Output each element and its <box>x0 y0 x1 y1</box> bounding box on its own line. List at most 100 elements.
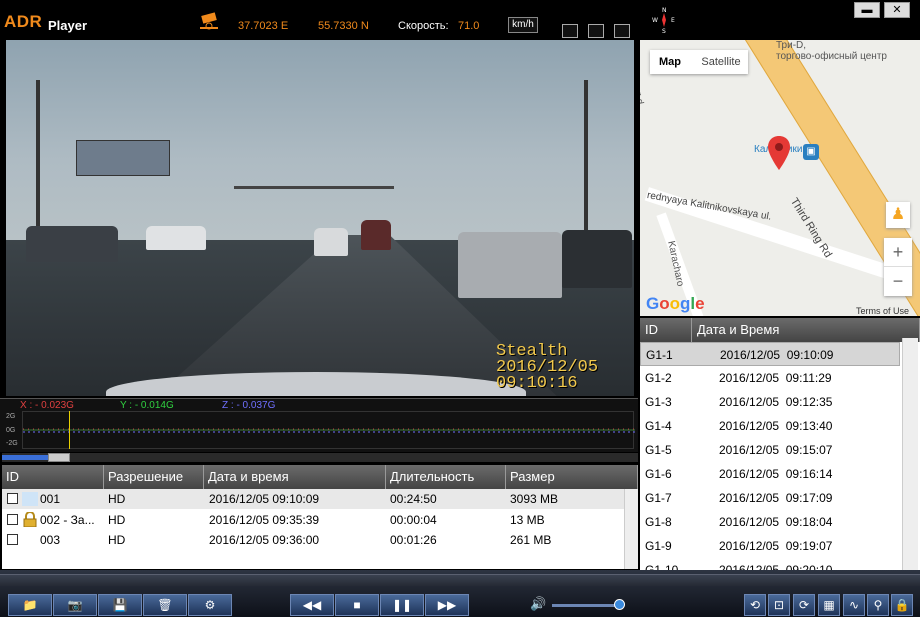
street-lamp <box>36 80 40 250</box>
snapshot-button[interactable]: 📷 <box>53 594 97 616</box>
open-folder-button[interactable]: 📁 <box>8 594 52 616</box>
video-size-icon[interactable]: ⊡ <box>768 594 790 616</box>
g-sensor-x: X : - 0.023G <box>20 400 74 411</box>
seek-bar[interactable] <box>0 574 920 586</box>
latitude-value: 55.7330 N <box>318 20 369 32</box>
cell-dur: 00:01:26 <box>390 533 437 547</box>
g-sensor-plot <box>22 411 635 449</box>
map-terms-link[interactable]: Terms of Use <box>856 306 909 316</box>
gps-row[interactable]: G1-9 2016/12/05 09:19:07 <box>640 534 900 558</box>
street-lamp <box>584 80 588 250</box>
map-label-office: торгово-офисный центр <box>776 51 887 62</box>
video-player[interactable]: Stealth 2016/12/05 09:10:16 <box>6 40 634 396</box>
cell-res: HD <box>108 492 126 506</box>
street-view-pegman-icon[interactable]: ♟ <box>886 202 910 228</box>
playback-progress-track[interactable] <box>2 453 638 462</box>
video-timestamp: Stealth 2016/12/05 09:10:16 <box>496 343 598 393</box>
playback-progress-thumb[interactable] <box>48 453 70 462</box>
view-mode-1-button[interactable] <box>562 24 578 38</box>
gps-cell-id: G1-1 <box>646 348 673 362</box>
stamp-time: 09:10:16 <box>496 374 578 393</box>
rewind-button[interactable]: ◀◀ <box>290 594 334 616</box>
car-image <box>562 230 632 288</box>
gps-cell-time: 2016/12/05 09:13:40 <box>719 419 833 433</box>
row-checkbox[interactable] <box>7 514 18 525</box>
tab-satellite[interactable]: Satellite <box>694 50 748 74</box>
cell-size: 261 MB <box>510 533 552 547</box>
gps-row[interactable]: G1-8 2016/12/05 09:18:04 <box>640 510 900 534</box>
close-button[interactable]: ✕ <box>884 2 910 18</box>
fast-forward-button[interactable]: ▶▶ <box>425 594 469 616</box>
gps-row[interactable]: G1-5 2016/12/05 09:15:07 <box>640 438 900 462</box>
lock-file-icon[interactable]: 🔒 <box>891 594 913 616</box>
gps-satellite-icon <box>198 12 224 32</box>
speed-unit-button[interactable]: km/h <box>508 17 538 33</box>
gps-cell-time: 2016/12/05 09:19:07 <box>719 539 833 553</box>
file-list-scrollbar[interactable] <box>624 489 638 569</box>
minimize-button[interactable]: ▬ <box>854 2 880 18</box>
col-datetime[interactable]: Дата и время <box>204 465 386 489</box>
g-scale-bottom: -2G <box>6 440 18 447</box>
cell-res: HD <box>108 533 126 547</box>
volume-icon[interactable]: 🔊 <box>530 596 546 612</box>
view-mode-2-button[interactable] <box>588 24 604 38</box>
svg-text:S: S <box>662 28 666 34</box>
gps-cell-time: 2016/12/05 09:18:04 <box>719 515 833 529</box>
cell-id: 002 - За... <box>40 513 95 527</box>
rotate-view-icon[interactable]: ⟲ <box>744 594 766 616</box>
row-checkbox[interactable] <box>7 534 18 545</box>
gps-row[interactable]: G1-1 2016/12/05 09:10:09 <box>640 342 900 366</box>
col-resolution[interactable]: Разрешение <box>104 465 204 489</box>
g-scale-top: 2G <box>6 413 16 420</box>
tab-map[interactable]: Map <box>650 50 690 74</box>
stop-button[interactable]: ■ <box>335 594 379 616</box>
zoom-search-icon[interactable]: ⚲ <box>867 594 889 616</box>
gps-cell-id: G1-8 <box>645 515 672 529</box>
graph-icon[interactable]: ∿ <box>843 594 865 616</box>
gps-row[interactable]: G1-3 2016/12/05 09:12:35 <box>640 390 900 414</box>
zoom-out-button[interactable]: − <box>884 267 912 296</box>
pause-button[interactable]: ❚❚ <box>380 594 424 616</box>
settings-button[interactable]: ⚙ <box>188 594 232 616</box>
gps-row[interactable]: G1-7 2016/12/05 09:17:09 <box>640 486 900 510</box>
row-checkbox[interactable] <box>7 493 18 504</box>
col-duration[interactable]: Длительность <box>386 465 506 489</box>
g-sensor-graph: X : - 0.023G Y : - 0.014G Z : - 0.037G 2… <box>0 398 638 452</box>
cell-size: 13 MB <box>510 513 545 527</box>
table-row[interactable]: 003 HD 2016/12/05 09:36:00 00:01:26 261 … <box>2 530 624 550</box>
map-label-tri: Три-D, <box>776 40 807 51</box>
table-row[interactable]: 001 HD 2016/12/05 09:10:09 00:24:50 3093… <box>2 489 624 509</box>
volume-slider-thumb[interactable] <box>614 599 625 610</box>
speed-value: 71.0 <box>458 20 480 32</box>
col-size[interactable]: Размер <box>506 465 638 489</box>
gps-row[interactable]: G1-4 2016/12/05 09:13:40 <box>640 414 900 438</box>
gps-list-scrollbar[interactable] <box>902 338 918 570</box>
map-view[interactable]: Map Satellite Три-D, торгово-офисный цен… <box>640 40 920 316</box>
cell-size: 3093 MB <box>510 492 559 506</box>
zoom-in-button[interactable]: + <box>884 238 912 267</box>
delete-button[interactable]: 🗑 <box>143 594 187 616</box>
lock-icon <box>23 511 37 528</box>
gps-col-id[interactable]: ID <box>640 318 692 342</box>
fullscreen-button[interactable] <box>614 24 630 38</box>
app-title: Player <box>48 18 88 33</box>
cell-date: 2016/12/05 09:36:00 <box>209 533 320 547</box>
gps-row[interactable]: G1-2 2016/12/05 09:11:29 <box>640 366 900 390</box>
gps-cell-id: G1-2 <box>645 371 672 385</box>
map-icon[interactable]: ▦ <box>818 594 840 616</box>
file-list-table: ID Разрешение Дата и время Длительность … <box>2 465 638 569</box>
gps-col-datetime[interactable]: Дата и Время <box>692 318 920 342</box>
col-id[interactable]: ID <box>2 465 104 489</box>
car-image <box>458 232 562 298</box>
table-row[interactable]: 002 - За... HD 2016/12/05 09:35:39 00:00… <box>2 510 624 530</box>
app-logo: ADR <box>4 12 43 31</box>
save-button[interactable]: 💾 <box>98 594 142 616</box>
location-pin-icon[interactable] <box>768 136 790 170</box>
gps-row[interactable]: G1-10 2016/12/05 09:20:10 <box>640 558 900 570</box>
volume-slider[interactable] <box>552 604 622 607</box>
gps-cell-time: 2016/12/05 09:20:10 <box>719 563 833 570</box>
gps-cell-time: 2016/12/05 09:16:14 <box>719 467 833 481</box>
gps-row[interactable]: G1-6 2016/12/05 09:16:14 <box>640 462 900 486</box>
gps-cell-time: 2016/12/05 09:11:29 <box>719 371 832 385</box>
refresh-icon[interactable]: ⟳ <box>793 594 815 616</box>
